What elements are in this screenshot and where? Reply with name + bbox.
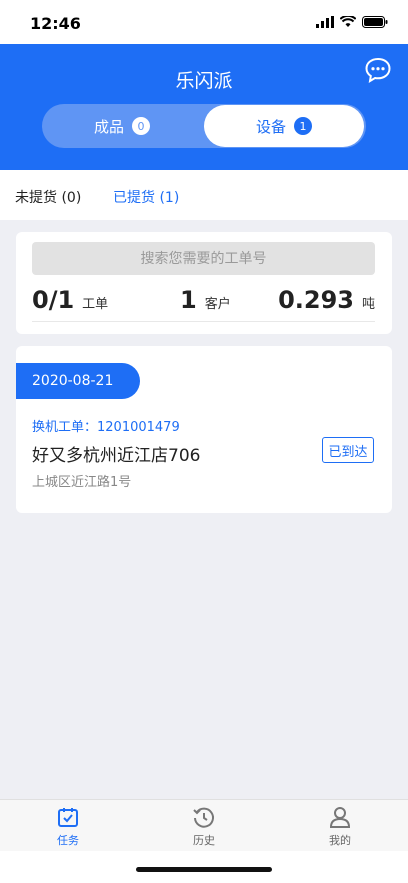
status-icons (316, 16, 388, 28)
message-icon[interactable] (364, 56, 392, 84)
app-header: 乐闪派 成品 0 设备 1 (0, 44, 408, 170)
tab-picked-up[interactable]: 已提货 (1) (113, 187, 179, 207)
user-icon (329, 807, 351, 828)
store-address: 上城区近江路1号 (32, 475, 132, 490)
segment-equipment[interactable]: 设备 1 (204, 105, 364, 147)
signal-icon (316, 16, 334, 28)
stat-weight: 0.293 吨 (278, 286, 375, 314)
nav-label: 任务 (57, 834, 79, 847)
summary-card: 0/1 工单 1 客户 0.293 吨 (16, 232, 392, 334)
order-card[interactable]: 2020-08-21 换机工单：1201001479 好又多杭州近江店706 上… (16, 346, 392, 513)
stat-value: 1 (180, 286, 197, 314)
stat-unit: 客户 (204, 297, 231, 312)
nav-history[interactable]: 历史 (174, 805, 234, 848)
work-order-number: 换机工单：1201001479 (32, 420, 180, 435)
calendar-check-icon (58, 808, 78, 827)
segment-label: 设备 (255, 117, 286, 136)
nav-label: 历史 (193, 834, 215, 847)
status-bar: 12:46 (0, 0, 408, 44)
segment-control: 成品 0 设备 1 (42, 104, 366, 148)
nav-mine[interactable]: 我的 (310, 805, 370, 848)
segment-finished-goods[interactable]: 成品 0 (42, 104, 202, 148)
pickup-tabs: 未提货 (0) 已提货 (1) (0, 170, 408, 220)
status-time: 12:46 (30, 14, 81, 33)
status-badge: 已到达 (322, 437, 374, 463)
bottom-nav: 任务 历史 我的 (0, 799, 408, 851)
order-date: 2020-08-21 (16, 363, 140, 399)
store-name: 好又多杭州近江店706 (32, 446, 201, 466)
stat-unit: 工单 (82, 297, 109, 312)
segment-badge: 0 (132, 117, 150, 135)
stat-unit: 吨 (361, 297, 375, 312)
nav-tasks[interactable]: 任务 (38, 805, 98, 848)
home-indicator-area (0, 851, 408, 883)
segment-badge: 1 (294, 117, 312, 135)
home-indicator[interactable] (136, 867, 272, 872)
stat-value: 0/1 (32, 286, 75, 314)
stat-value: 0.293 (278, 286, 354, 314)
search-input[interactable] (32, 242, 375, 275)
stat-customers: 1 客户 (180, 286, 231, 314)
wifi-icon (340, 16, 356, 27)
nav-label: 我的 (329, 834, 351, 847)
tab-not-picked-up[interactable]: 未提货 (0) (15, 187, 81, 207)
history-icon (193, 807, 214, 828)
segment-label: 成品 (93, 117, 124, 136)
stat-work-orders: 0/1 工单 (32, 286, 108, 314)
stats-row: 0/1 工单 1 客户 0.293 吨 (32, 286, 375, 322)
page-title: 乐闪派 (175, 70, 233, 92)
battery-icon (362, 16, 388, 28)
